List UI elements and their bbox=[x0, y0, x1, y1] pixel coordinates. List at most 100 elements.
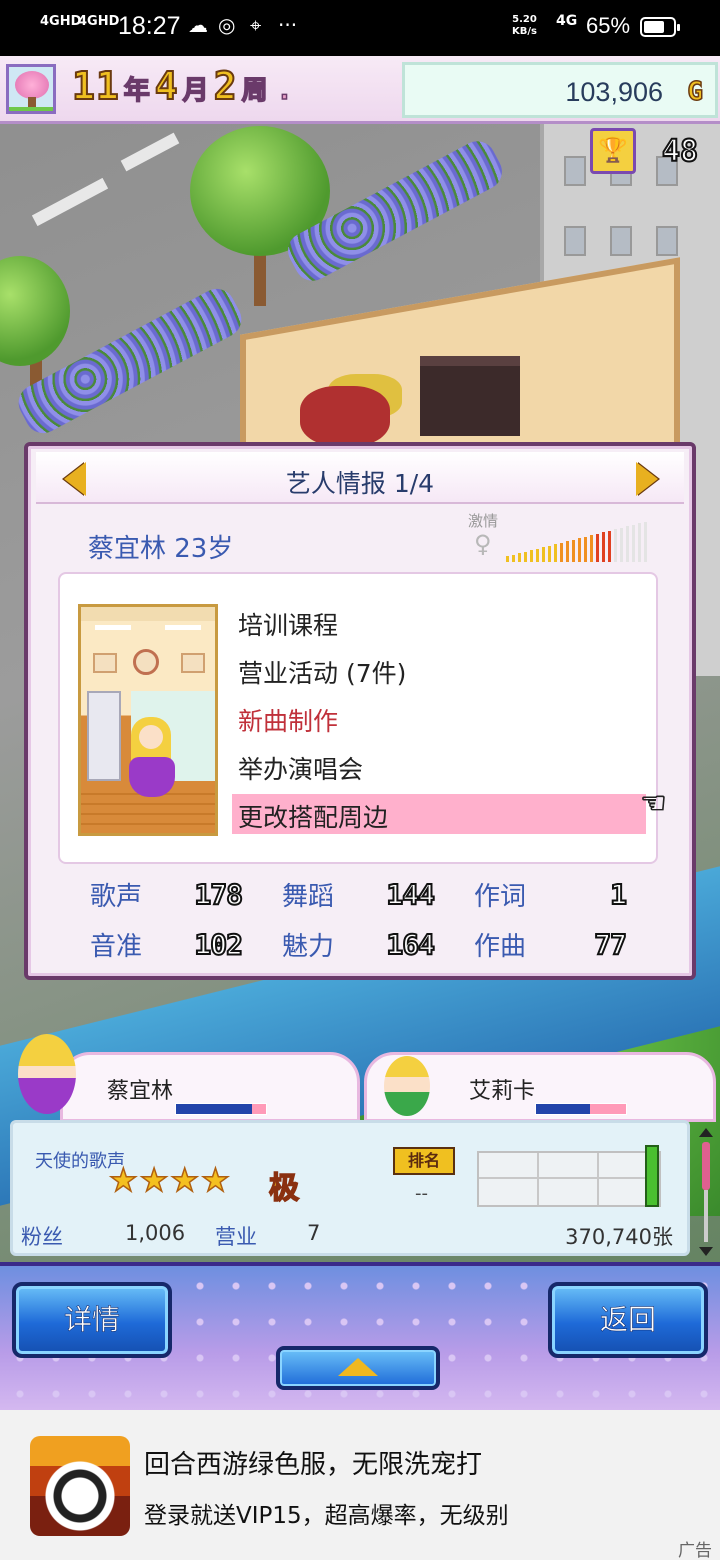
artist-portrait bbox=[78, 604, 218, 836]
passion-bar-segment bbox=[542, 547, 545, 562]
fans-label: 粉丝 bbox=[21, 1225, 63, 1249]
passion-bar-segment bbox=[644, 521, 647, 562]
character-avatar[interactable] bbox=[384, 1056, 430, 1116]
song-info-panel: 天使的歌声 ★★★★ 极 排名 -- 粉丝 1,006 营业 7 370,740… bbox=[10, 1120, 690, 1256]
wechat-icon: ◎ bbox=[218, 13, 236, 37]
trophy-count: 48 bbox=[661, 133, 699, 170]
status-bar: 4GHD 4GHD 18:27 ☁ ◎ ⌖ ··· 5.20 KB/s 4G 6… bbox=[0, 0, 720, 56]
passion-bar-segment bbox=[602, 532, 605, 562]
passion-bar-segment bbox=[566, 541, 569, 562]
panel-header: 艺人情报 1/4 bbox=[36, 452, 684, 504]
stat-label-lyrics: 作词 bbox=[474, 882, 527, 912]
passion-bar-segment bbox=[512, 554, 515, 562]
stat-label-pitch: 音准 bbox=[90, 932, 143, 962]
passion-bar-segment bbox=[608, 530, 611, 562]
currency-icon: G bbox=[687, 76, 704, 108]
character-progress-bar bbox=[535, 1103, 627, 1115]
star-rating-icon: ★★★★ bbox=[108, 1160, 232, 1200]
details-button[interactable]: 详情 bbox=[12, 1282, 172, 1358]
passion-bar-segment bbox=[626, 526, 629, 562]
game-date: 11 年 4 月 2 周. bbox=[71, 63, 294, 109]
menu-new-song[interactable]: 新曲制作 bbox=[238, 702, 338, 738]
passion-bar-segment bbox=[572, 539, 575, 562]
ad-banner[interactable]: 回合西游绿色服，无限洗宠打 登录就送VIP15，超高爆率，无级别 广告 bbox=[0, 1410, 720, 1560]
tree bbox=[0, 256, 70, 366]
artist-info-panel: 艺人情报 1/4 蔡宜林 23岁 激情 ♀ 培训课程 营业活动 (7件) 新曲制… bbox=[24, 442, 696, 980]
clock-time: 18:27 bbox=[118, 12, 181, 40]
passion-bar-segment bbox=[506, 556, 509, 562]
road-marking bbox=[120, 132, 180, 172]
money-amount: 103,906 bbox=[565, 77, 663, 107]
scroll-down-icon[interactable] bbox=[699, 1247, 713, 1256]
trophy-icon[interactable]: 🏆 bbox=[590, 128, 636, 174]
network-indicator-1: 4GHD bbox=[40, 14, 82, 29]
passion-bar-segment bbox=[578, 538, 581, 562]
menu-hold-concert[interactable]: 举办演唱会 bbox=[238, 750, 363, 786]
piano bbox=[420, 356, 520, 436]
passion-bar-segment bbox=[530, 550, 533, 562]
passion-bar-segment bbox=[524, 551, 527, 562]
ad-subtitle[interactable]: 登录就送VIP15，超高爆率，无级别 bbox=[144, 1496, 584, 1538]
cherry-tree-icon[interactable] bbox=[6, 64, 56, 114]
ad-game-icon[interactable] bbox=[30, 1436, 130, 1536]
passion-bar-segment bbox=[590, 535, 593, 562]
sales-count: 370,740张 bbox=[565, 1225, 673, 1249]
cheering-person-icon: ♀ bbox=[474, 530, 492, 558]
ad-label: 广告 bbox=[678, 1541, 712, 1560]
location-icon: ⌖ bbox=[250, 13, 262, 37]
menu-business-activities[interactable]: 营业活动 (7件) bbox=[238, 654, 406, 690]
back-button[interactable]: 返回 bbox=[548, 1282, 708, 1358]
passion-bar-segment bbox=[638, 523, 641, 562]
rank-chart bbox=[477, 1151, 661, 1207]
menu-training[interactable]: 培训课程 bbox=[238, 606, 338, 642]
ad-title[interactable]: 回合西游绿色服，无限洗宠打 bbox=[144, 1444, 584, 1484]
expand-up-button[interactable] bbox=[276, 1346, 440, 1390]
passion-bar-segment bbox=[584, 536, 587, 562]
character-progress-bar bbox=[175, 1103, 267, 1115]
more-icon: ··· bbox=[278, 13, 298, 37]
passion-bar-segment bbox=[518, 553, 521, 562]
drum-kit bbox=[300, 386, 390, 446]
stat-value-vocal: 178 bbox=[193, 877, 244, 912]
stat-value-lyrics: 1 bbox=[609, 877, 628, 912]
passion-bar-segment bbox=[560, 542, 563, 562]
passion-bar-segment bbox=[614, 529, 617, 562]
stat-label-compose: 作曲 bbox=[474, 932, 527, 962]
stat-value-charm: 164 bbox=[385, 927, 436, 962]
stat-value-dance: 144 bbox=[385, 877, 436, 912]
fans-value: 1,006 bbox=[125, 1221, 186, 1245]
passion-bar-segment bbox=[548, 545, 551, 562]
character-tab-1[interactable]: 蔡宜林 bbox=[60, 1052, 360, 1122]
passion-meter bbox=[506, 520, 656, 562]
next-artist-arrow-icon[interactable] bbox=[636, 462, 658, 496]
signal-indicator: 4G bbox=[556, 13, 578, 29]
cloud-icon: ☁ bbox=[188, 13, 208, 37]
network-indicator-2: 4GHD bbox=[78, 14, 120, 29]
passion-bar-segment bbox=[632, 524, 635, 562]
passion-bar-segment bbox=[596, 533, 599, 562]
character-name: 蔡宜林 bbox=[107, 1079, 174, 1104]
menu-change-merch[interactable]: 更改搭配周边 bbox=[238, 798, 388, 834]
passion-bar-segment bbox=[536, 548, 539, 562]
artist-menu-box: 培训课程 营业活动 (7件) 新曲制作 举办演唱会 更改搭配周边 bbox=[58, 572, 658, 864]
scroll-up-icon[interactable] bbox=[699, 1128, 713, 1137]
character-avatar[interactable] bbox=[18, 1034, 76, 1114]
stat-label-dance: 舞蹈 bbox=[282, 882, 335, 912]
rank-value: -- bbox=[415, 1183, 428, 1204]
character-name: 艾莉卡 bbox=[469, 1079, 536, 1104]
grade-badge: 极 bbox=[268, 1170, 300, 1207]
stat-label-vocal: 歌声 bbox=[90, 882, 143, 912]
money-display: 103,906 G bbox=[402, 62, 718, 118]
battery-percent: 65% bbox=[586, 13, 631, 38]
stat-value-pitch: 102 bbox=[193, 927, 244, 962]
passion-label: 激情 bbox=[468, 512, 499, 530]
battery-icon bbox=[640, 17, 680, 37]
business-label: 营业 bbox=[215, 1225, 257, 1249]
song-scrollbar[interactable] bbox=[696, 1128, 716, 1256]
passion-bar-segment bbox=[620, 527, 623, 562]
business-value: 7 bbox=[307, 1221, 321, 1245]
passion-bar-segment bbox=[554, 544, 557, 562]
artist-name-age: 蔡宜林 23岁 bbox=[88, 534, 234, 564]
stat-value-compose: 77 bbox=[593, 927, 628, 962]
panel-title: 艺人情报 1/4 bbox=[285, 469, 435, 498]
